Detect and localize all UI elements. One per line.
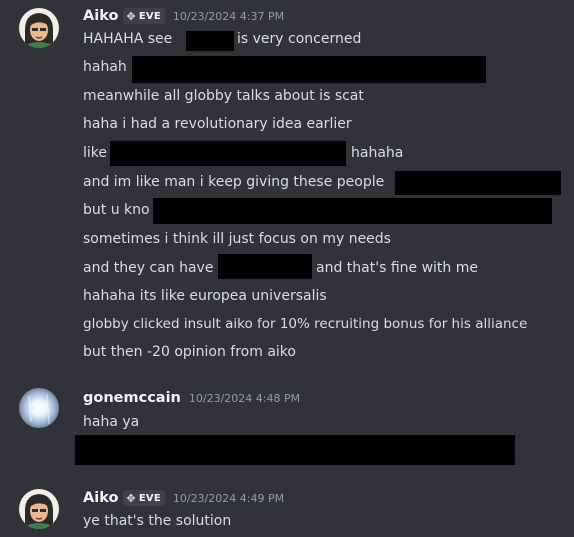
diamond-badge-icon: ✥ bbox=[126, 9, 136, 23]
message-text: ye that's the solution bbox=[83, 513, 232, 529]
message-text: hahaha bbox=[351, 145, 404, 161]
message-text: but u kno bbox=[83, 202, 150, 218]
redaction-block bbox=[395, 171, 561, 195]
server-tag[interactable]: ✥ EVE bbox=[123, 8, 165, 24]
message-line: globby clicked insult aiko for 10% recru… bbox=[83, 314, 527, 334]
server-tag[interactable]: ✥ EVE bbox=[123, 490, 165, 506]
message-line: haha i had a revolutionary idea earlier bbox=[83, 114, 352, 134]
message-line: is very concerned bbox=[237, 29, 361, 49]
redaction-block bbox=[218, 254, 312, 279]
message-text: hahah bbox=[83, 59, 127, 75]
message-text: is very concerned bbox=[237, 31, 362, 47]
avatar[interactable] bbox=[19, 489, 59, 529]
gonemccain-avatar-icon bbox=[19, 388, 59, 428]
message-text: sometimes i think ill just focus on my n… bbox=[83, 231, 391, 247]
aiko-avatar-icon bbox=[19, 8, 59, 48]
message-text: but then -20 opinion from aiko bbox=[83, 344, 296, 360]
avatar[interactable] bbox=[19, 8, 59, 48]
message-header: Aiko ✥ EVE 10/23/2024 4:49 PM bbox=[83, 488, 284, 508]
message-line: hahaha bbox=[351, 143, 403, 163]
author-name[interactable]: Aiko bbox=[83, 490, 118, 506]
message-line: meanwhile all globby talks about is scat bbox=[83, 86, 364, 106]
message-text: and that's fine with me bbox=[316, 260, 478, 276]
message-line: HAHAHA see bbox=[83, 29, 172, 49]
message-line: like bbox=[83, 143, 107, 163]
message-text: and they can have bbox=[83, 260, 214, 276]
message-line: hahaha its like europea universalis bbox=[83, 286, 327, 306]
message-header: Aiko ✥ EVE 10/23/2024 4:37 PM bbox=[83, 6, 284, 26]
message-text: hahaha its like europea universalis bbox=[83, 288, 327, 304]
message-line: sometimes i think ill just focus on my n… bbox=[83, 229, 391, 249]
message-text: like bbox=[83, 145, 108, 161]
message-line: ye that's the solution bbox=[83, 511, 231, 531]
author-name[interactable]: gonemccain bbox=[83, 390, 181, 406]
message-line: and they can have bbox=[83, 258, 213, 278]
message-text: globby clicked insult aiko for 10% recru… bbox=[83, 316, 528, 332]
server-tag-label: EVE bbox=[138, 492, 161, 504]
redaction-block bbox=[153, 198, 552, 224]
message-line: but then -20 opinion from aiko bbox=[83, 342, 296, 362]
message-timestamp[interactable]: 10/23/2024 4:37 PM bbox=[173, 10, 284, 23]
message-line: but u kno bbox=[83, 200, 150, 220]
message-timestamp[interactable]: 10/23/2024 4:49 PM bbox=[173, 492, 284, 505]
message-line: and that's fine with me bbox=[316, 258, 478, 278]
avatar[interactable] bbox=[19, 388, 59, 428]
message-header: gonemccain 10/23/2024 4:48 PM bbox=[83, 388, 300, 408]
message-timestamp[interactable]: 10/23/2024 4:48 PM bbox=[189, 392, 300, 405]
author-name[interactable]: Aiko bbox=[83, 8, 118, 24]
redaction-block bbox=[75, 435, 515, 465]
message-line: hahah bbox=[83, 57, 127, 77]
message-text: haha ya bbox=[83, 414, 140, 430]
redaction-block bbox=[186, 31, 234, 51]
diamond-badge-icon: ✥ bbox=[126, 491, 136, 505]
message-text: meanwhile all globby talks about is scat bbox=[83, 88, 364, 104]
server-tag-label: EVE bbox=[138, 10, 161, 22]
message-text: haha i had a revolutionary idea earlier bbox=[83, 116, 352, 132]
message-line: and im like man i keep giving these peop… bbox=[83, 172, 384, 192]
redaction-block bbox=[132, 56, 486, 83]
redaction-block bbox=[110, 141, 346, 166]
aiko-avatar-icon bbox=[19, 489, 59, 529]
message-text: HAHAHA see bbox=[83, 31, 173, 47]
message-text: and im like man i keep giving these peop… bbox=[83, 174, 385, 190]
message-line: haha ya bbox=[83, 412, 139, 432]
